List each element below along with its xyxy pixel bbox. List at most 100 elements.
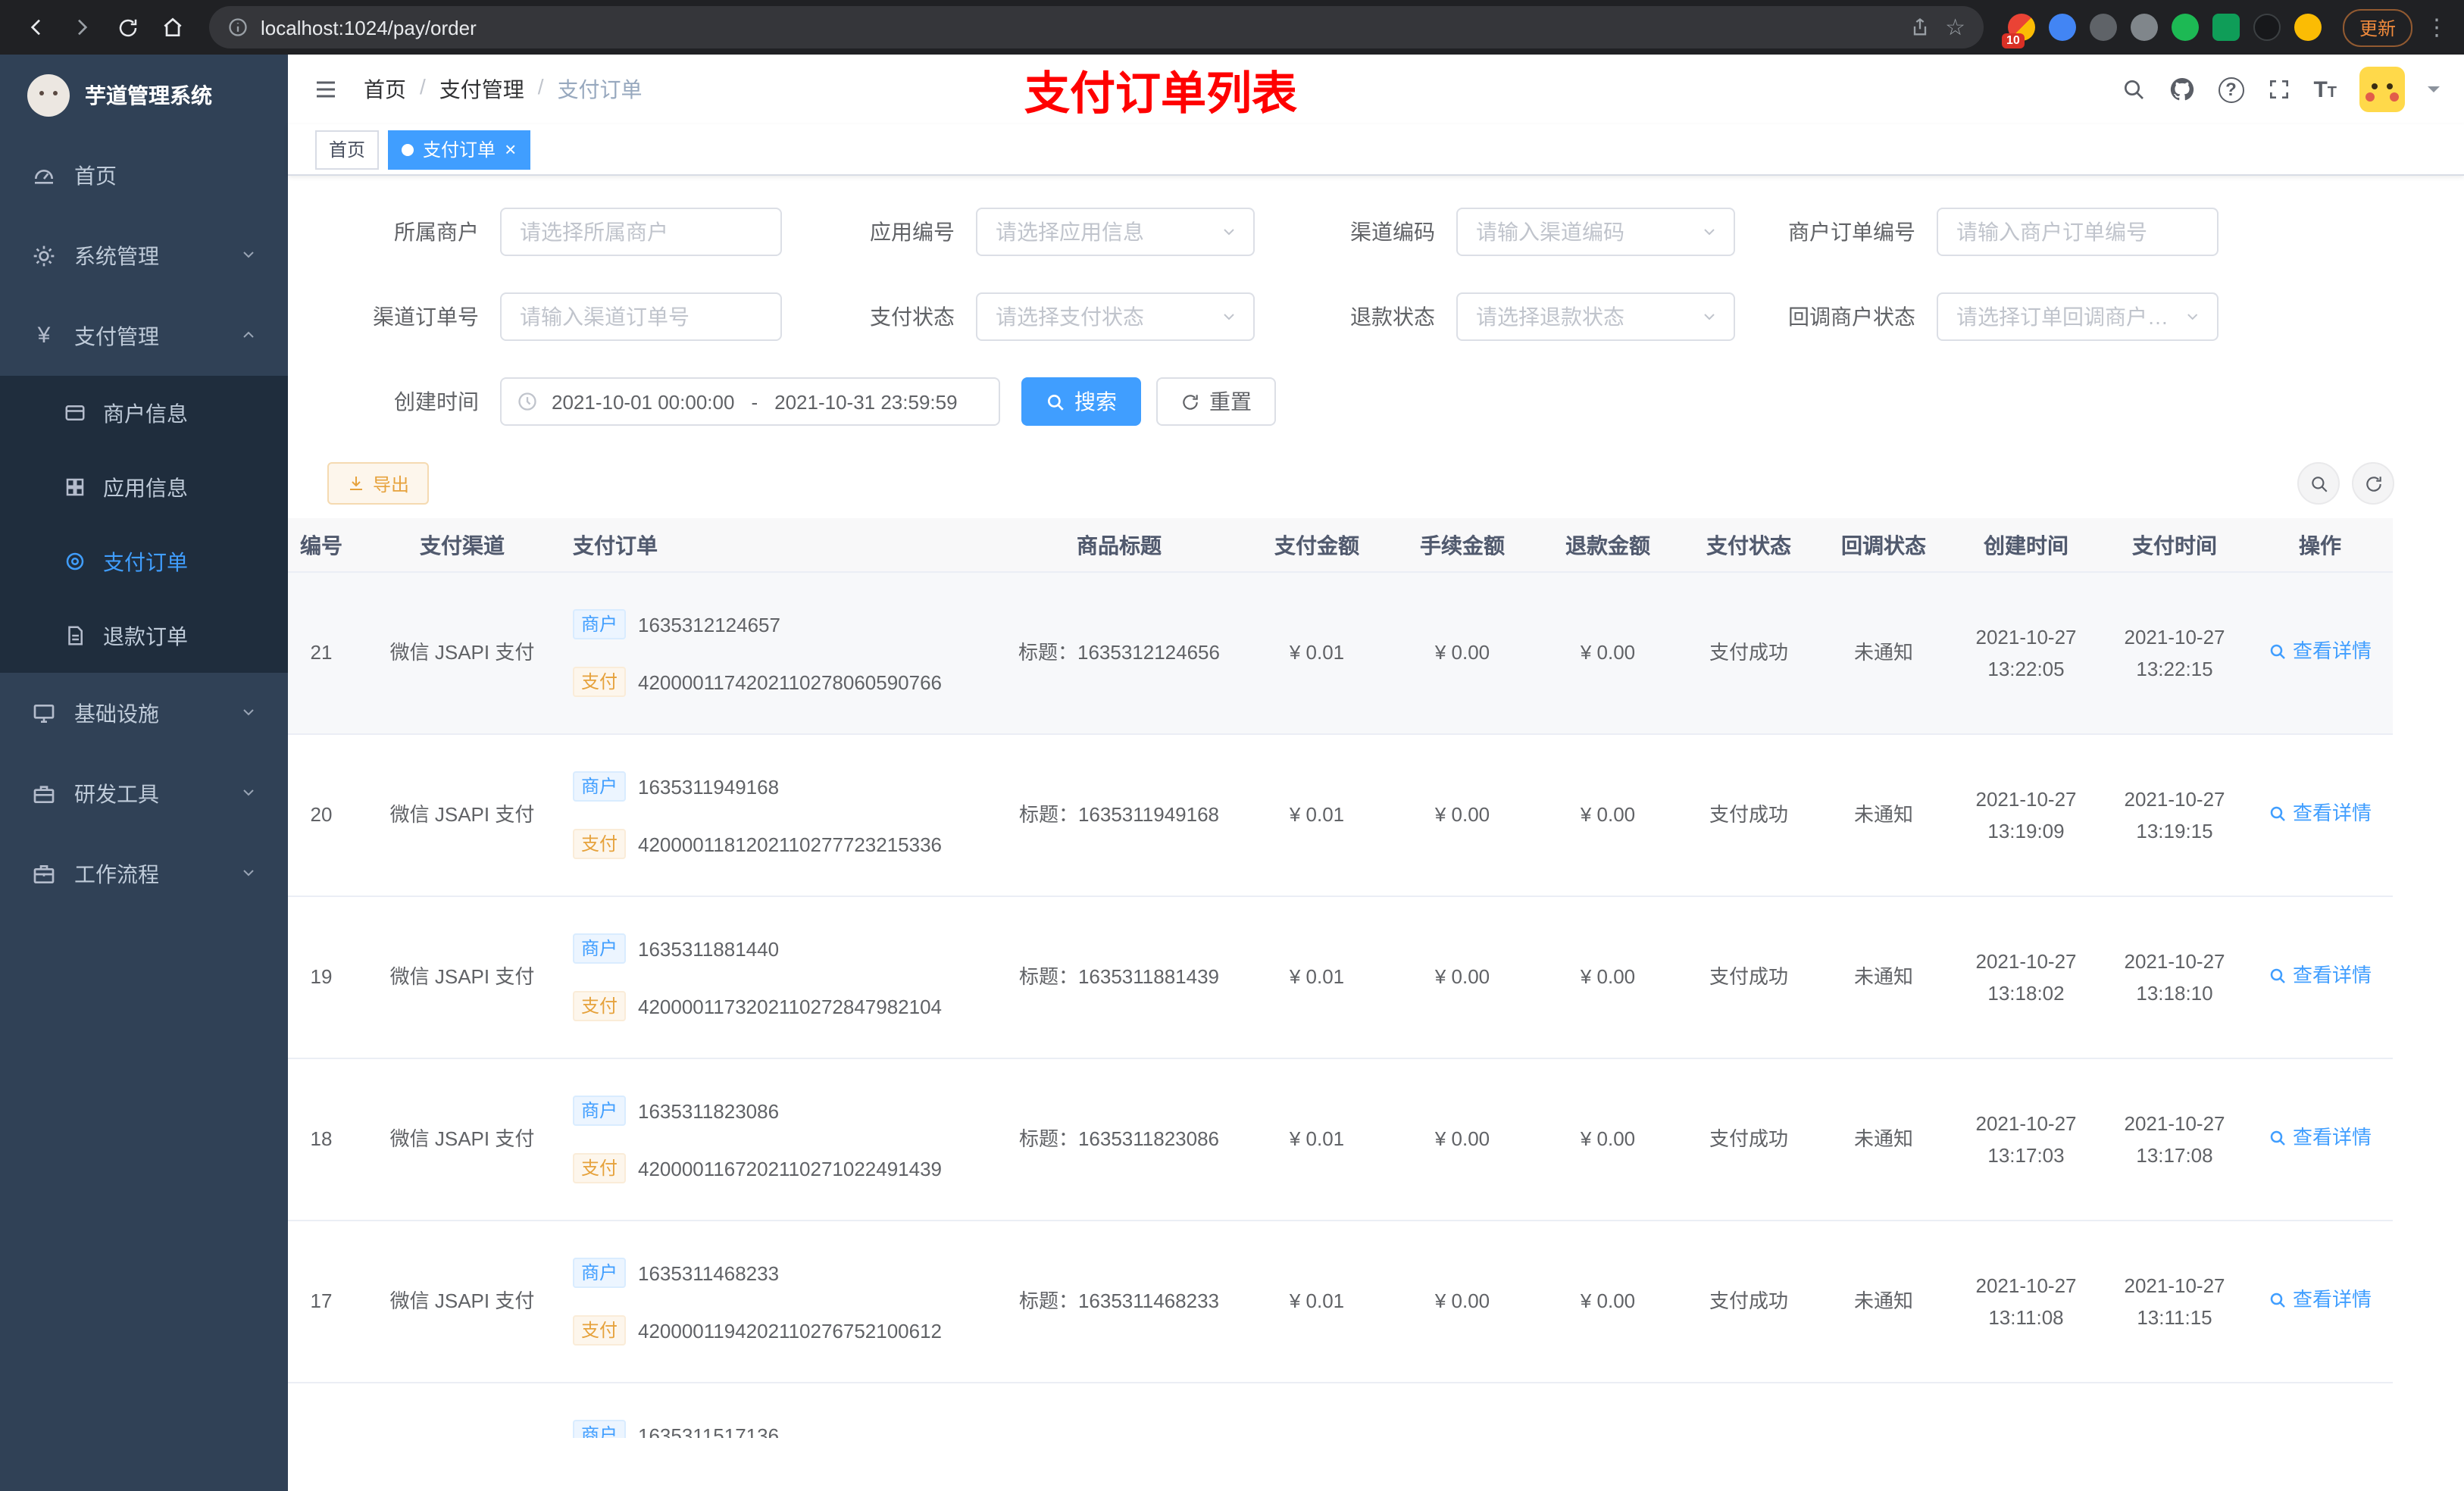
cell-create-time: 2021-10-27 13:11:08 <box>1975 1274 2077 1329</box>
cell-pay-time: 2021-10-27 13:11:15 <box>2124 1274 2225 1329</box>
sidebar-item-payment[interactable]: ¥ 支付管理 <box>0 295 288 376</box>
back-icon[interactable] <box>15 6 58 48</box>
notify-status-select[interactable]: 请选择订单回调商户状态 <box>1937 292 2219 341</box>
sidebar-item-merchant-info[interactable]: 商户信息 <box>0 376 288 450</box>
search-icon <box>2311 476 2327 492</box>
sidebar-item-home[interactable]: 首页 <box>0 135 288 215</box>
sidebar-item-pay-order[interactable]: 支付订单 <box>0 524 288 599</box>
breadcrumb-section[interactable]: 支付管理 <box>439 74 524 105</box>
extension-icon[interactable] <box>2048 14 2076 41</box>
tab-pay-order[interactable]: 支付订单 × <box>388 130 530 169</box>
create-time-range-input[interactable]: 2021-10-01 00:00:00 - 2021-10-31 23:59:5… <box>500 377 1000 426</box>
extension-icon[interactable] <box>2171 14 2199 41</box>
search-button[interactable]: 搜索 <box>1021 377 1141 426</box>
browser-menu-icon[interactable]: ⋮ <box>2425 14 2449 41</box>
merchant-filter-label: 所属商户 <box>394 220 479 244</box>
app-filter-select[interactable]: 请选择应用信息 <box>976 208 1255 256</box>
github-icon[interactable] <box>2168 76 2195 103</box>
font-size-icon[interactable]: TT <box>2313 77 2337 102</box>
chevron-down-icon <box>239 781 258 805</box>
home-icon[interactable] <box>152 6 194 48</box>
merchant-order-no: 1635311823086 <box>638 1099 780 1122</box>
extension-icon[interactable]: 10 <box>2001 14 2035 48</box>
reset-button[interactable]: 重置 <box>1156 377 1276 426</box>
sidebar-item-workflow[interactable]: 工作流程 <box>0 833 288 914</box>
cell-id: 20 <box>310 803 333 826</box>
view-detail-link[interactable]: 查看详情 <box>2269 961 2372 991</box>
app-title: 芋道管理系统 <box>85 83 212 107</box>
magnifier-icon <box>2270 1130 2285 1146</box>
cell-id: 17 <box>310 1289 333 1312</box>
hamburger-icon[interactable] <box>312 76 339 103</box>
briefcase-icon <box>30 861 58 886</box>
cell-channel: 微信 JSAPI 支付 <box>389 803 535 826</box>
channel-code-select[interactable]: 请输入渠道编码 <box>1456 208 1735 256</box>
table-row[interactable]: 19 微信 JSAPI 支付 商户 1635311881440 支付 4200001… <box>288 897 2393 1059</box>
table-row[interactable]: 20 微信 JSAPI 支付 商户 1635311949168 支付 4200001… <box>288 735 2393 897</box>
merchant-order-no-input[interactable] <box>1937 208 2219 256</box>
table-row[interactable]: 商户1635311517136 支付 <box>288 1383 2393 1438</box>
forward-icon[interactable] <box>61 6 103 48</box>
filter-form: 所属商户 应用编号 请选择应用信息 渠道编码 请输入渠道编码 商户订单编号 <box>288 176 2464 426</box>
address-bar[interactable]: localhost:1024/pay/order ☆ <box>209 6 1984 48</box>
download-icon <box>350 477 362 490</box>
view-detail-link[interactable]: 查看详情 <box>2269 636 2372 667</box>
view-detail-link[interactable]: 查看详情 <box>2269 1123 2372 1153</box>
range-start: 2021-10-01 00:00:00 <box>552 390 735 413</box>
cell-refund: ¥ 0.00 <box>1580 1127 1636 1150</box>
cell-notify: 未通知 <box>1853 641 1913 664</box>
table-row[interactable]: 21 微信 JSAPI 支付 商户 1635312124657 支付 4200001… <box>288 573 2393 735</box>
merchant-badge: 商户 <box>573 1420 626 1438</box>
channel-code-label: 渠道编码 <box>1350 220 1435 244</box>
breadcrumb-home[interactable]: 首页 <box>364 74 406 105</box>
bookmark-star-icon[interactable]: ☆ <box>1945 16 1965 39</box>
channel-order-no-input[interactable] <box>500 292 782 341</box>
table-row[interactable]: 17 微信 JSAPI 支付 商户 1635311468233 支付 4200001… <box>288 1221 2393 1383</box>
extension-icon[interactable] <box>2212 14 2240 41</box>
extension-icon[interactable] <box>2294 14 2322 41</box>
merchant-badge: 商户 <box>573 609 626 639</box>
fullscreen-icon[interactable] <box>2266 77 2290 102</box>
extension-icon[interactable] <box>2253 14 2281 41</box>
cell-channel: 微信 JSAPI 支付 <box>389 965 535 988</box>
sidebar-item-devtools[interactable]: 研发工具 <box>0 753 288 833</box>
reload-icon[interactable] <box>106 6 149 48</box>
table-row[interactable]: 18 微信 JSAPI 支付 商户 1635311823086 支付 4200001… <box>288 1059 2393 1221</box>
toggle-search-button[interactable] <box>2297 462 2340 505</box>
search-icon <box>1047 393 1064 410</box>
sidebar-item-system[interactable]: 系统管理 <box>0 215 288 295</box>
sidebar-item-infrastructure[interactable]: 基础设施 <box>0 673 288 753</box>
cell-refund: ¥ 0.00 <box>1580 1289 1636 1312</box>
view-detail-link[interactable]: 查看详情 <box>2269 1285 2372 1315</box>
cell-title: 标题：1635312124656 <box>1018 641 1220 664</box>
tags-view: 首页 支付订单 × <box>288 124 2464 176</box>
extension-icon[interactable] <box>2130 14 2158 41</box>
view-detail-link[interactable]: 查看详情 <box>2269 799 2372 829</box>
document-icon <box>61 624 88 647</box>
export-button[interactable]: 导出 <box>327 462 430 505</box>
sidebar-item-app-info[interactable]: 应用信息 <box>0 450 288 524</box>
cell-order: 商户 1635311881440 支付 4200001173202110272847… <box>555 920 994 1035</box>
navbar-actions: ? TT <box>2121 67 2440 112</box>
pay-status-select[interactable]: 请选择支付状态 <box>976 292 1255 341</box>
chevron-up-icon <box>239 324 258 348</box>
user-caret-icon[interactable] <box>2428 86 2440 98</box>
tab-home[interactable]: 首页 <box>315 130 380 169</box>
chevron-down-icon <box>2187 314 2198 320</box>
close-icon[interactable]: × <box>505 139 516 159</box>
refresh-table-button[interactable] <box>2352 462 2394 505</box>
merchant-filter-input[interactable] <box>500 208 782 256</box>
yen-icon: ¥ <box>37 323 51 349</box>
help-icon[interactable]: ? <box>2218 77 2244 102</box>
search-icon[interactable] <box>2121 77 2145 102</box>
browser-update-button[interactable]: 更新 <box>2342 8 2412 46</box>
share-icon[interactable] <box>1909 17 1930 38</box>
user-avatar[interactable] <box>2359 67 2405 112</box>
cell-fee: ¥ 0.00 <box>1434 1289 1490 1312</box>
cell-id: 19 <box>310 965 333 988</box>
cell-amount: ¥ 0.01 <box>1289 1127 1345 1150</box>
sidebar-item-refund-order[interactable]: 退款订单 <box>0 599 288 673</box>
cell-notify: 未通知 <box>1853 1289 1913 1312</box>
extension-icon[interactable] <box>2089 14 2117 41</box>
refund-status-select[interactable]: 请选择退款状态 <box>1456 292 1735 341</box>
